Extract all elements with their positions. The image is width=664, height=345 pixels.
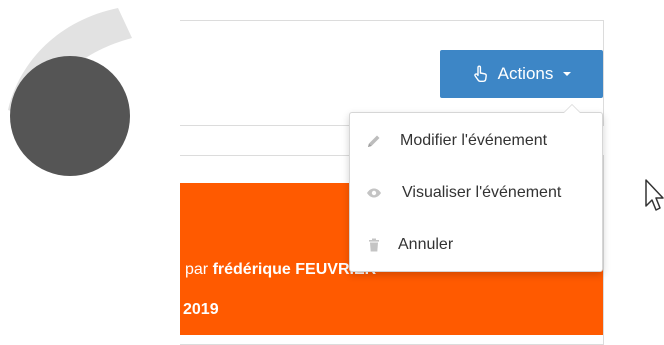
menu-item-view-event[interactable]: Visualiser l'événement [350,173,602,213]
step-number-graphic [8,8,132,176]
banner-author-line: par frédérique FEUVRIER [185,261,376,279]
menu-item-label: Modifier l'événement [400,132,548,149]
hand-pointer-icon [473,65,487,82]
mouse-cursor-icon [645,179,664,211]
banner-by-text: par [185,261,209,278]
menu-item-edit-event[interactable]: Modifier l'événement [350,121,602,161]
caret-down-icon [563,72,572,76]
eye-icon [367,188,381,198]
menu-item-cancel-event[interactable]: Annuler [350,225,602,265]
pencil-icon [368,135,380,147]
menu-item-label: Visualiser l'événement [402,184,562,201]
actions-dropdown-button[interactable]: Actions [440,50,603,98]
banner-year: 2019 [183,301,219,318]
actions-dropdown-menu: Modifier l'événement Visualiser l'événem… [349,104,603,272]
actions-button-label: Actions [497,64,554,83]
trash-icon [369,238,379,252]
menu-item-label: Annuler [398,236,454,253]
